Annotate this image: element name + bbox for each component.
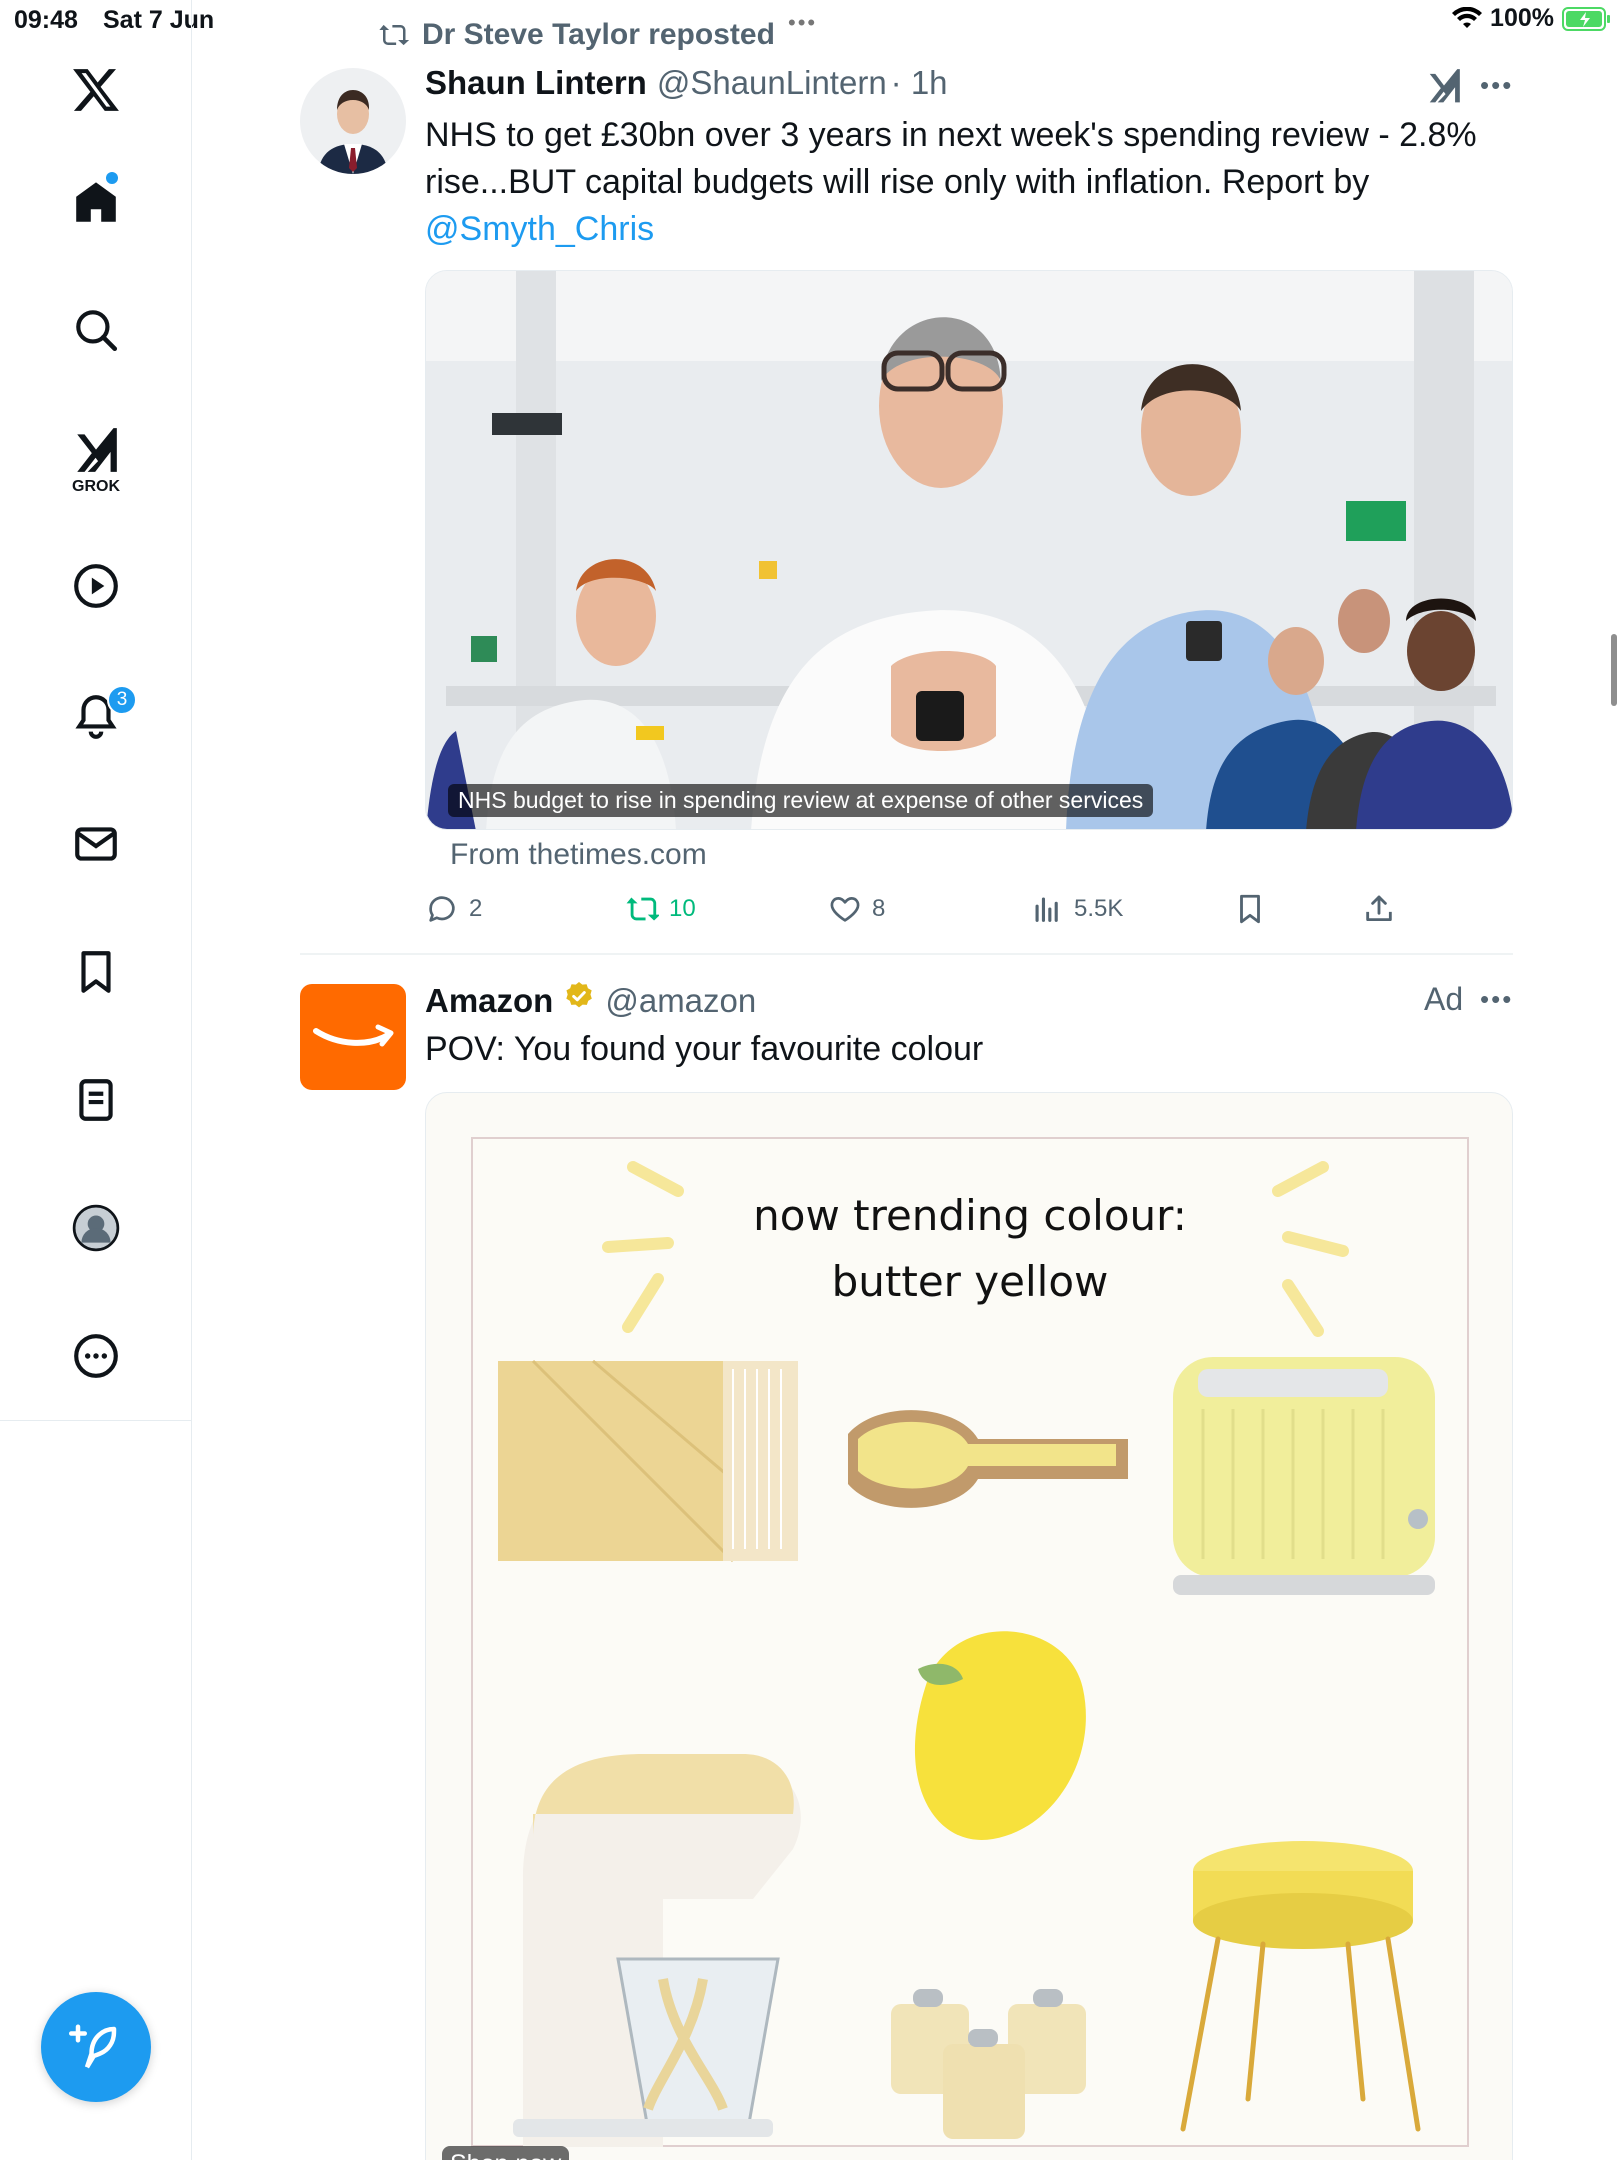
views-button[interactable]: 5.5K xyxy=(1030,892,1123,926)
notification-badge: 3 xyxy=(107,685,137,715)
ad-author-handle[interactable]: @amazon xyxy=(605,982,756,1020)
author-name[interactable]: Shaun Lintern xyxy=(425,64,647,102)
share-button[interactable] xyxy=(1362,892,1396,926)
lists-icon[interactable] xyxy=(66,1070,126,1130)
ad-label: Ad xyxy=(1424,981,1464,1017)
amazon-smile-icon xyxy=(313,1024,394,1047)
reply-count: 2 xyxy=(469,895,483,922)
ad-image: now trending colour: butter yellow xyxy=(471,1137,1469,2147)
ad-author-name[interactable]: Amazon xyxy=(425,982,553,1020)
profile-avatar-icon[interactable] xyxy=(66,1198,126,1258)
link-card-image[interactable]: NHS budget to rise in spending review at… xyxy=(425,270,1513,830)
ad-author-row: Amazon @amazon xyxy=(425,980,756,1020)
multitasking-dots[interactable]: ••• xyxy=(788,10,817,36)
video-play-icon[interactable] xyxy=(66,556,126,616)
reply-button[interactable]: 2 xyxy=(425,892,482,926)
author-row: Shaun Lintern @ShaunLintern · 1h xyxy=(425,64,948,102)
share-icon xyxy=(1366,895,1392,922)
ad-image-title-line2: butter yellow xyxy=(831,1257,1109,1306)
ad-text: POV: You found your favourite colour xyxy=(425,1030,984,1068)
tweet-text: NHS to get £30bn over 3 years in next we… xyxy=(425,112,1545,253)
tweet-divider xyxy=(300,953,1513,955)
mail-icon[interactable] xyxy=(66,814,126,874)
author-handle[interactable]: @ShaunLintern xyxy=(657,64,887,102)
compose-post-button[interactable] xyxy=(41,1992,151,2102)
grok-explain-icon[interactable] xyxy=(1425,66,1463,109)
card-source[interactable]: From thetimes.com xyxy=(450,838,707,872)
verified-badge-icon xyxy=(566,982,593,1008)
repost-count: 10 xyxy=(669,895,696,922)
card-caption: NHS budget to rise in spending review at… xyxy=(448,784,1154,817)
tweet-time[interactable]: · 1h xyxy=(891,64,948,102)
scrollbar-handle[interactable] xyxy=(1611,634,1617,706)
bookmark-icon[interactable] xyxy=(66,942,126,1002)
repost-button[interactable]: 10 xyxy=(625,892,696,926)
search-icon[interactable] xyxy=(66,300,126,360)
ad-more-icon[interactable]: ••• xyxy=(1480,984,1513,1015)
sidebar-divider xyxy=(0,1420,192,1421)
repost-indicator[interactable]: Dr Steve Taylor reposted xyxy=(376,18,775,52)
status-right: 100% xyxy=(1452,4,1612,33)
amazon-avatar[interactable] xyxy=(300,984,406,1090)
x-logo-icon[interactable] xyxy=(66,60,126,120)
grok-icon[interactable] xyxy=(66,424,126,474)
news-photo xyxy=(426,271,1512,829)
views-count: 5.5K xyxy=(1074,895,1124,922)
reply-icon xyxy=(429,896,455,922)
home-unread-dot xyxy=(106,172,118,184)
repost-by-label: Dr Steve Taylor reposted xyxy=(422,18,775,51)
tweet-more-icon[interactable]: ••• xyxy=(1480,70,1513,101)
tweet-actions: 2 10 8 5.5K xyxy=(425,892,1425,932)
wifi-icon xyxy=(1452,6,1483,28)
bookmark-action-icon xyxy=(1240,894,1260,924)
yellow-products-collage xyxy=(498,1357,1435,2147)
heart-icon xyxy=(830,897,860,922)
ad-image-title-line1: now trending colour: xyxy=(753,1191,1187,1240)
more-menu-icon[interactable] xyxy=(66,1326,126,1386)
repost-action-icon xyxy=(626,897,659,921)
mention-link[interactable]: @Smyth_Chris xyxy=(425,206,1545,253)
shop-now-button[interactable]: Shop now xyxy=(442,2146,570,2160)
tweet-text-line1: NHS to get £30bn over 3 years in next we… xyxy=(425,116,1477,154)
tweet-text-line2: rise...BUT capital budgets will rise onl… xyxy=(425,163,1370,201)
battery-percent: 100% xyxy=(1490,4,1554,32)
compose-quill-icon xyxy=(69,2024,117,2069)
sidebar: GROK 3 xyxy=(0,0,192,2160)
grok-label: GROK xyxy=(72,478,120,495)
like-button[interactable]: 8 xyxy=(828,892,885,926)
analytics-icon xyxy=(1035,897,1058,922)
repost-icon xyxy=(379,24,410,46)
ad-media-card[interactable]: now trending colour: butter yellow xyxy=(425,1092,1513,2160)
like-count: 8 xyxy=(872,895,886,922)
bookmark-button[interactable] xyxy=(1233,892,1267,926)
battery-icon xyxy=(1562,6,1610,31)
author-avatar[interactable] xyxy=(300,68,406,174)
